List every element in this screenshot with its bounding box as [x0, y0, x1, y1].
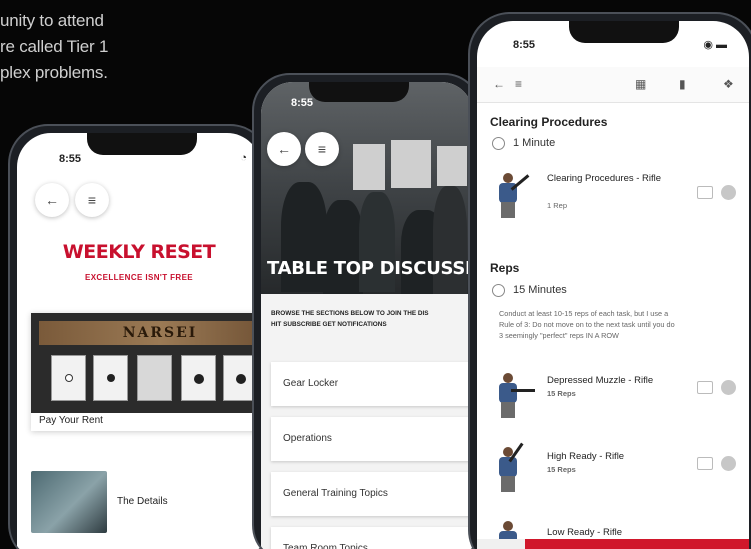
- details-photo[interactable]: [31, 471, 107, 533]
- calendar-icon[interactable]: ▦: [635, 77, 646, 91]
- more-icon[interactable]: ❖: [723, 77, 734, 91]
- card-title[interactable]: The Details: [117, 496, 168, 507]
- start-workout-button[interactable]: [525, 539, 749, 549]
- headline-line: re called Tier 1: [0, 37, 109, 56]
- card-title: Pay Your Rent: [39, 415, 103, 426]
- headline-line: plex problems.: [0, 63, 108, 82]
- info-icon[interactable]: [721, 456, 736, 471]
- arrow-left-icon[interactable]: ←: [493, 77, 505, 91]
- status-time: 8:55: [513, 39, 536, 51]
- target-icon: [181, 355, 216, 401]
- exercise-reps: 15 Reps: [547, 389, 576, 398]
- headline-line: unity to attend: [0, 11, 104, 30]
- phone-notch: [87, 133, 197, 155]
- hamburger-icon: ≡: [87, 192, 97, 208]
- section-team-room-topics[interactable]: Team Room Topics: [271, 527, 473, 549]
- bookmark-icon[interactable]: ▮: [679, 77, 686, 91]
- arrow-left-icon: ←: [45, 192, 59, 208]
- video-icon[interactable]: [697, 186, 713, 199]
- battery-icon: ◉ ▬: [703, 39, 727, 51]
- back-button[interactable]: ←: [35, 183, 69, 217]
- target-icon: [137, 355, 172, 401]
- menu-button[interactable]: ≡: [305, 132, 339, 166]
- info-icon[interactable]: [721, 185, 736, 200]
- section-duration: 15 Minutes: [513, 284, 567, 296]
- intro-text: BROWSE THE SECTIONS BELOW TO JOIN THE DI…: [271, 308, 473, 330]
- phone-table-top-discussion: TABLE TOP DISCUSSI 8:55 ← ≡ BROWSE THE S…: [252, 73, 482, 549]
- exercise-name: High Ready - Rifle: [547, 451, 625, 462]
- hero-photo: TABLE TOP DISCUSSI: [261, 82, 473, 294]
- section-title: Clearing Procedures: [490, 115, 608, 129]
- hamburger-icon: ≡: [317, 141, 327, 157]
- section-title: Reps: [490, 261, 520, 275]
- page-subtitle: EXCELLENCE ISN'T FREE: [84, 273, 194, 282]
- phone-workout-detail: 8:55 ◉ ▬ ← ≡ ▦ ▮ ❖ Clearing Procedures 1…: [468, 12, 751, 549]
- exercise-thumbnail: [491, 371, 535, 419]
- info-icon[interactable]: [721, 380, 736, 395]
- status-time: 8:55: [59, 153, 82, 165]
- exercise-thumbnail: [491, 442, 535, 493]
- exercise-row[interactable]: Depressed Muzzle - Rifle 15 Reps: [491, 367, 749, 427]
- headline-text: unity to attend re called Tier 1 plex pr…: [0, 8, 108, 86]
- exercise-thumbnail: [491, 171, 535, 219]
- section-duration: 1 Minute: [513, 137, 556, 149]
- clock-icon: [492, 284, 505, 297]
- pay-your-rent-card[interactable]: NARSEI Pay Your Rent: [31, 313, 261, 431]
- exercise-name: Low Ready - Rifle: [547, 527, 622, 538]
- phone-screen: TABLE TOP DISCUSSI 8:55 ← ≡ BROWSE THE S…: [261, 82, 473, 549]
- exercise-reps: 1 Rep: [547, 201, 568, 210]
- arrow-left-icon: ←: [277, 141, 291, 157]
- exercise-row[interactable]: Clearing Procedures - Rifle 1 Rep: [491, 167, 749, 227]
- status-time: 8:55: [291, 97, 314, 109]
- back-button[interactable]: ←: [267, 132, 301, 166]
- section-description: Conduct at least 10-15 reps of each task…: [499, 308, 739, 341]
- description-line: Rule of 3: Do not move on to the next ta…: [499, 320, 675, 329]
- section-gear-locker[interactable]: Gear Locker: [271, 362, 473, 406]
- phone-notch: [569, 21, 679, 43]
- toolbar: ← ≡ ▦ ▮ ❖: [477, 67, 749, 103]
- section-general-training-topics[interactable]: General Training Topics: [271, 472, 473, 516]
- wifi-icon: ◔: [240, 152, 247, 164]
- exercise-row[interactable]: High Ready - Rifle 15 Reps: [491, 441, 749, 501]
- target-icon: [93, 355, 128, 401]
- targets-photo: NARSEI: [31, 313, 261, 413]
- hamburger-icon[interactable]: ≡: [515, 77, 522, 91]
- phone-notch: [309, 82, 409, 102]
- description-line: Conduct at least 10-15 reps of each task…: [499, 309, 669, 318]
- exercise-reps: 15 Reps: [547, 465, 576, 474]
- section-operations[interactable]: Operations: [271, 417, 473, 461]
- description-line: 3 seemingly "perfect" reps IN A ROW: [499, 331, 619, 340]
- intro-line: BROWSE THE SECTIONS BELOW TO JOIN THE DI…: [271, 310, 429, 317]
- phone-screen: 8:55 ◔ ← ≡ WEEKLY RESET EXCELLENCE ISN'T…: [17, 133, 261, 549]
- intro-line: HIT SUBSCRIBE GET NOTIFICATIONS: [271, 321, 387, 328]
- menu-button[interactable]: ≡: [75, 183, 109, 217]
- video-icon[interactable]: [697, 381, 713, 394]
- phone-screen: 8:55 ◉ ▬ ← ≡ ▦ ▮ ❖ Clearing Procedures 1…: [477, 21, 749, 549]
- page-title: WEEKLY RESET: [62, 241, 216, 263]
- phone-weekly-reset: 8:55 ◔ ← ≡ WEEKLY RESET EXCELLENCE ISN'T…: [8, 124, 270, 549]
- target-icon: [51, 355, 86, 401]
- clock-icon: [492, 137, 505, 150]
- video-icon[interactable]: [697, 457, 713, 470]
- exercise-name: Clearing Procedures - Rifle: [547, 173, 662, 184]
- hero-title: TABLE TOP DISCUSSI: [267, 258, 472, 279]
- exercise-name: Depressed Muzzle - Rifle: [547, 375, 654, 386]
- range-sign: NARSEI: [39, 321, 261, 345]
